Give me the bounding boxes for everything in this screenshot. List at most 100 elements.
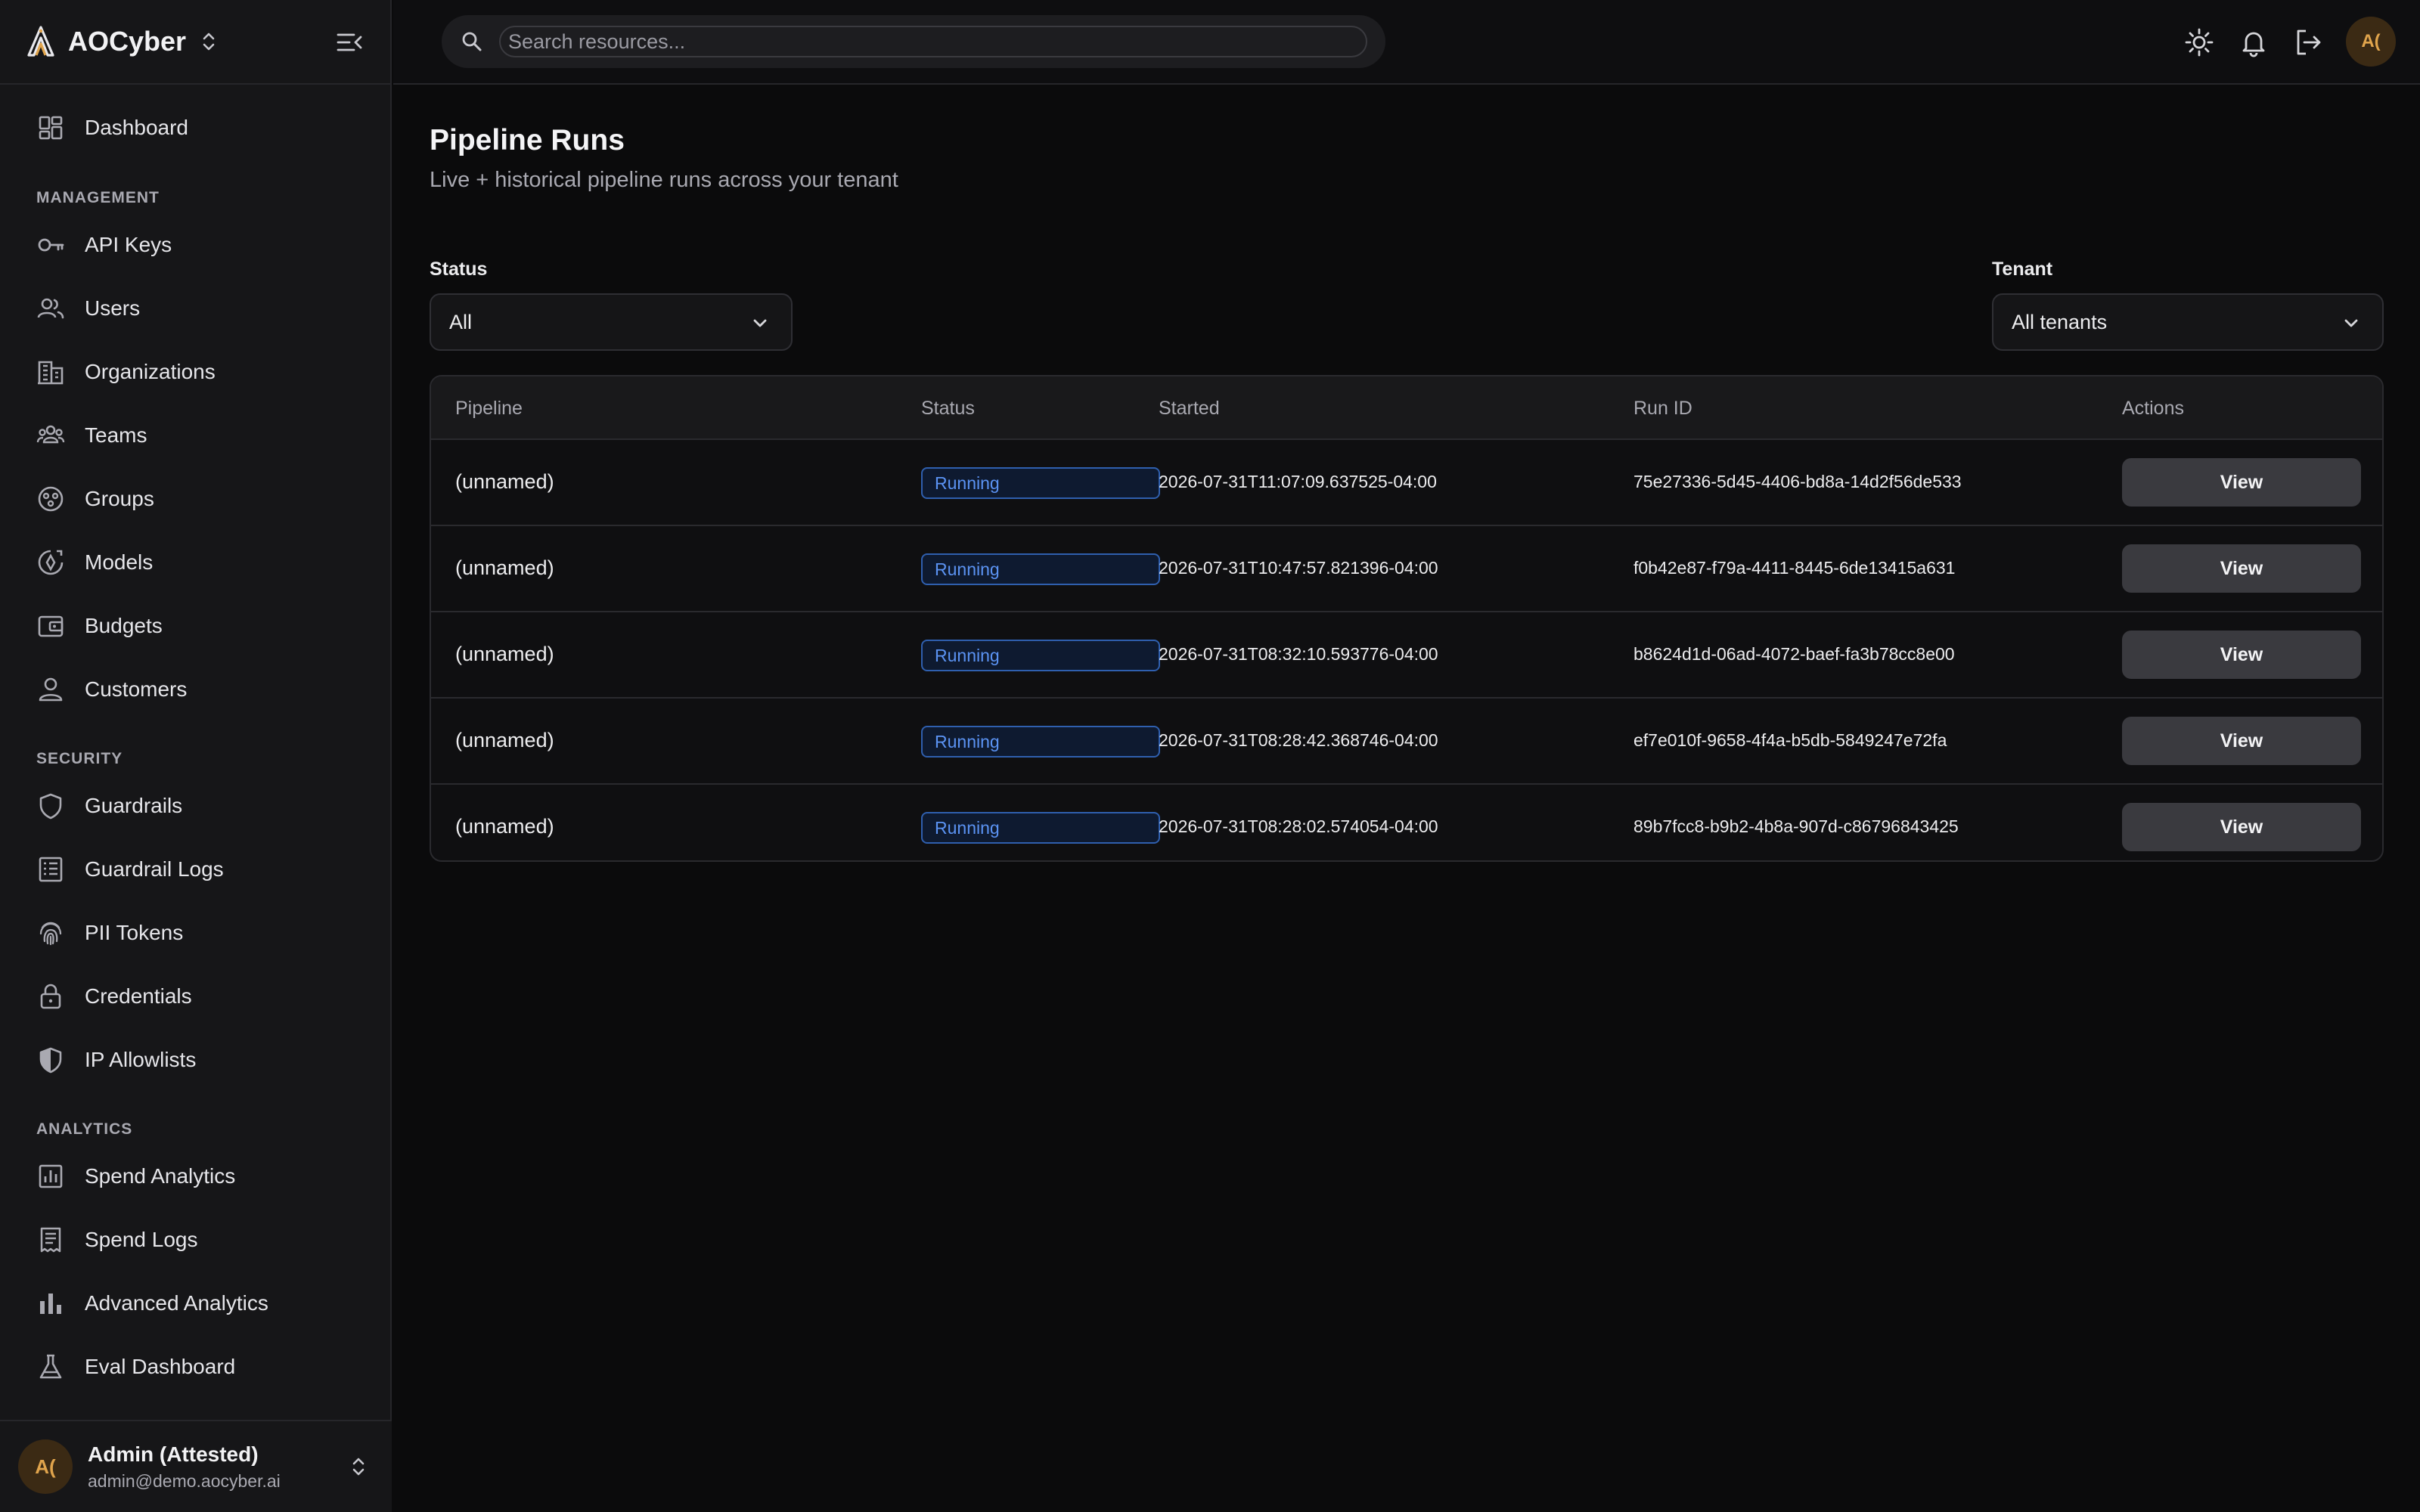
sidebar-item-label: Spend Analytics bbox=[85, 1164, 236, 1188]
run-id: 89b7fcc8-b9b2-4b8a-907d-c86796843425 bbox=[1634, 816, 1959, 836]
sidebar: AOCyber Dashboard MANAGEMENT API Keys Us… bbox=[0, 0, 392, 1512]
topbar: A( bbox=[393, 0, 2420, 85]
sidebar-item-groups[interactable]: Groups bbox=[36, 478, 354, 520]
sidebar-item-eval-dashboard[interactable]: Eval Dashboard bbox=[36, 1346, 354, 1388]
brand-name[interactable]: AOCyber bbox=[68, 26, 186, 57]
run-id: b8624d1d-06ad-4072-baef-fa3b78cc8e00 bbox=[1634, 644, 1955, 664]
sidebar-item-users[interactable]: Users bbox=[36, 287, 354, 330]
section-heading-analytics: ANALYTICS bbox=[36, 1120, 133, 1138]
view-button[interactable]: View bbox=[2122, 544, 2361, 593]
search-icon bbox=[458, 28, 486, 55]
sidebar-item-customers[interactable]: Customers bbox=[36, 668, 354, 711]
view-button[interactable]: View bbox=[2122, 631, 2361, 679]
started-timestamp: 2026-07-31T08:28:42.368746-04:00 bbox=[1159, 730, 1438, 750]
sidebar-item-spend-analytics[interactable]: Spend Analytics bbox=[36, 1155, 354, 1198]
bar-chart-icon bbox=[40, 1294, 61, 1314]
view-button[interactable]: View bbox=[2122, 803, 2361, 851]
sidebar-item-label: PII Tokens bbox=[85, 921, 184, 944]
sidebar-item-teams[interactable]: Teams bbox=[36, 414, 354, 457]
tenant-filter-select[interactable]: All tenants bbox=[1992, 293, 2384, 351]
section-heading-management: MANAGEMENT bbox=[36, 189, 160, 206]
customer-icon bbox=[39, 677, 63, 702]
sun-icon[interactable] bbox=[2183, 26, 2216, 59]
main-content: Pipeline Runs Live + historical pipeline… bbox=[393, 85, 2420, 1512]
sidebar-item-ip-allowlists[interactable]: IP Allowlists bbox=[36, 1039, 354, 1081]
sidebar-item-credentials[interactable]: Credentials bbox=[36, 975, 354, 1018]
status-filter-select[interactable]: All bbox=[430, 293, 793, 351]
sidebar-item-label: Guardrails bbox=[85, 794, 183, 817]
sidebar-item-label: Models bbox=[85, 550, 154, 574]
search-bar bbox=[442, 15, 1385, 68]
collapse-sidebar-icon[interactable] bbox=[334, 27, 365, 57]
sidebar-item-label: Guardrail Logs bbox=[85, 857, 224, 881]
column-header-started[interactable]: Started bbox=[1159, 398, 1220, 420]
tenant-filter-label: Tenant bbox=[1992, 259, 2053, 280]
status-badge: Running bbox=[921, 640, 1160, 671]
sidebar-item-label: Groups bbox=[85, 487, 154, 510]
table-row: (unnamed) Running 2026-07-31T08:28:42.36… bbox=[431, 699, 2382, 785]
sidebar-item-label: Budgets bbox=[85, 614, 163, 637]
sidebar-item-api-keys[interactable]: API Keys bbox=[36, 224, 354, 266]
sidebar-item-guardrail-logs[interactable]: Guardrail Logs bbox=[36, 848, 354, 891]
sidebar-item-pii-tokens[interactable]: PII Tokens bbox=[36, 912, 354, 954]
receipt-icon bbox=[40, 1227, 61, 1253]
sidebar-item-label: Users bbox=[85, 296, 141, 320]
chevron-down-icon bbox=[749, 311, 771, 334]
pipeline-name: (unnamed) bbox=[455, 643, 554, 665]
sidebar-item-label: Spend Logs bbox=[85, 1228, 198, 1251]
pipeline-name: (unnamed) bbox=[455, 556, 554, 579]
sidebar-item-models[interactable]: Models bbox=[36, 541, 354, 584]
sidebar-item-label: Organizations bbox=[85, 360, 216, 383]
avatar[interactable]: A( bbox=[2346, 17, 2396, 67]
started-timestamp: 2026-07-31T10:47:57.821396-04:00 bbox=[1159, 558, 1438, 578]
users-icon bbox=[37, 298, 64, 319]
view-button[interactable]: View bbox=[2122, 458, 2361, 507]
sidebar-item-label: Teams bbox=[85, 423, 147, 447]
pipeline-name: (unnamed) bbox=[455, 729, 554, 751]
sidebar-nav: Dashboard MANAGEMENT API Keys Users Orga… bbox=[0, 85, 390, 1420]
search-input[interactable] bbox=[499, 26, 1367, 57]
started-timestamp: 2026-07-31T08:32:10.593776-04:00 bbox=[1159, 644, 1438, 664]
status-filter-label: Status bbox=[430, 259, 488, 280]
groups-icon bbox=[38, 486, 64, 512]
column-header-pipeline[interactable]: Pipeline bbox=[455, 398, 523, 420]
column-header-actions: Actions bbox=[2122, 398, 2184, 419]
sidebar-item-label: Eval Dashboard bbox=[85, 1355, 236, 1378]
log-icon bbox=[39, 857, 63, 882]
flask-icon bbox=[39, 1354, 62, 1379]
page-subtitle: Live + historical pipeline runs across y… bbox=[430, 168, 898, 192]
model-icon bbox=[38, 550, 64, 575]
sidebar-item-organizations[interactable]: Organizations bbox=[36, 351, 354, 393]
chevron-down-icon bbox=[2340, 311, 2363, 334]
tenant-filter-value: All tenants bbox=[2012, 310, 2108, 333]
sidebar-item-label: Dashboard bbox=[85, 116, 188, 139]
sidebar-item-guardrails[interactable]: Guardrails bbox=[36, 785, 354, 827]
page-title: Pipeline Runs bbox=[430, 124, 625, 156]
status-badge: Running bbox=[921, 553, 1160, 585]
aocyber-logo-icon bbox=[24, 25, 57, 58]
pipeline-name: (unnamed) bbox=[455, 815, 554, 838]
logout-icon[interactable] bbox=[2291, 26, 2325, 59]
building-icon bbox=[38, 361, 64, 385]
dashboard-icon bbox=[39, 116, 63, 140]
sidebar-item-dashboard[interactable]: Dashboard bbox=[36, 107, 354, 149]
sidebar-item-spend-logs[interactable]: Spend Logs bbox=[36, 1219, 354, 1261]
chevron-up-down-icon[interactable] bbox=[348, 1453, 369, 1480]
sidebar-item-advanced-analytics[interactable]: Advanced Analytics bbox=[36, 1282, 354, 1325]
view-button[interactable]: View bbox=[2122, 717, 2361, 765]
run-id: 75e27336-5d45-4406-bd8a-14d2f56de533 bbox=[1634, 472, 1962, 491]
chevron-up-down-icon[interactable] bbox=[198, 28, 219, 55]
fingerprint-icon bbox=[39, 922, 62, 946]
bell-icon[interactable] bbox=[2237, 26, 2270, 59]
column-header-run-id[interactable]: Run ID bbox=[1634, 398, 1692, 420]
status-badge: Running bbox=[921, 726, 1160, 758]
sidebar-item-budgets[interactable]: Budgets bbox=[36, 605, 354, 647]
column-header-status[interactable]: Status bbox=[921, 398, 975, 420]
started-timestamp: 2026-07-31T08:28:02.574054-04:00 bbox=[1159, 816, 1438, 836]
sidebar-item-label: Credentials bbox=[85, 984, 192, 1008]
shield-half-icon bbox=[39, 1047, 62, 1074]
key-icon bbox=[38, 238, 64, 252]
status-badge: Running bbox=[921, 467, 1160, 499]
status-filter-value: All bbox=[449, 310, 473, 333]
user-menu[interactable]: A( Admin (Attested) admin@demo.aocyber.a… bbox=[0, 1420, 392, 1512]
